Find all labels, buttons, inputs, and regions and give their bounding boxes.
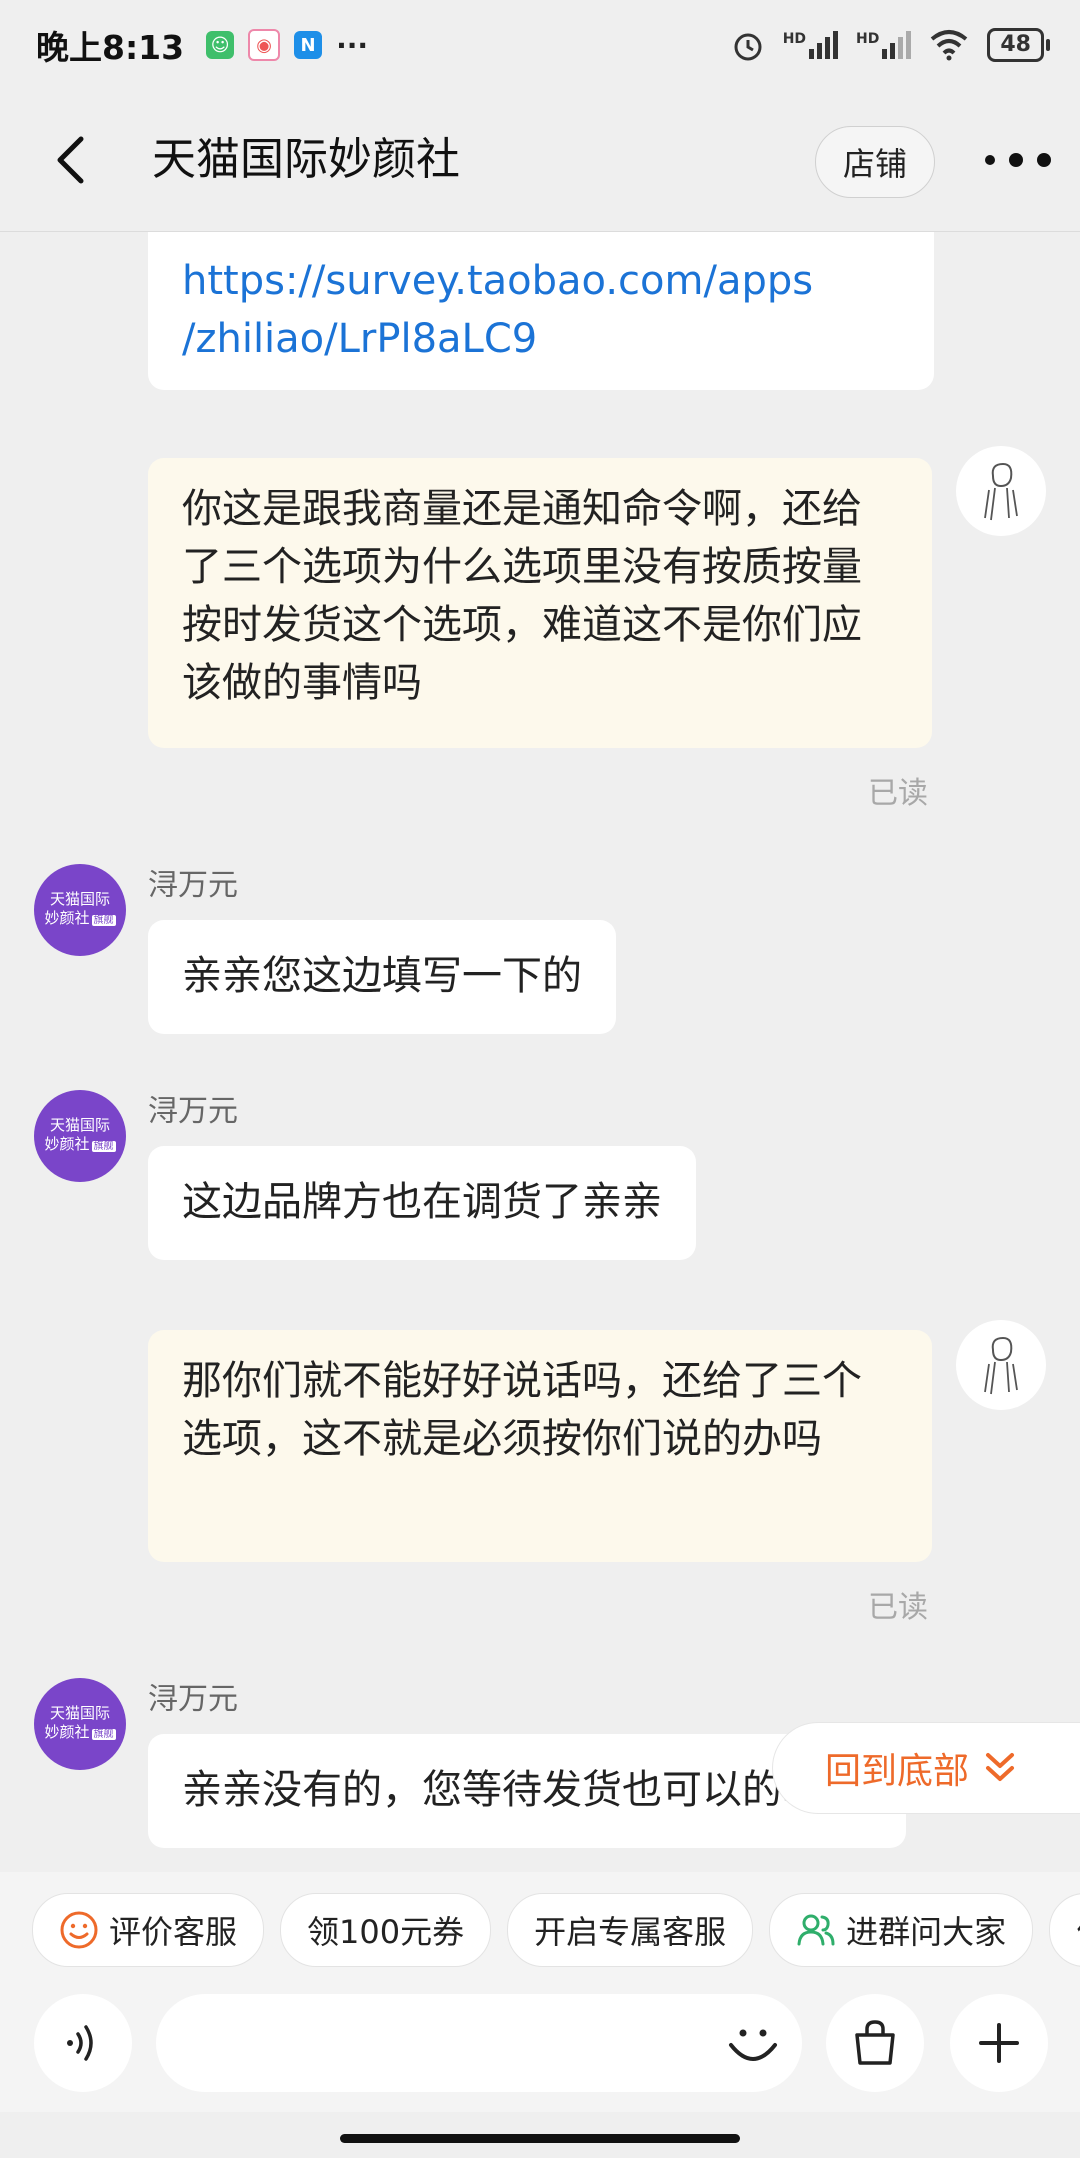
battery-indicator: 48 xyxy=(987,28,1050,62)
signal-1-icon: HD xyxy=(783,31,839,59)
voice-button[interactable] xyxy=(34,1994,132,2092)
dot-icon xyxy=(1009,153,1023,167)
plus-button[interactable] xyxy=(950,1994,1048,2092)
shop-button[interactable]: 店铺 xyxy=(815,126,935,198)
more-chip[interactable]: 优 xyxy=(1049,1893,1080,1967)
n-app-icon: N xyxy=(294,31,323,59)
more-options-button[interactable] xyxy=(985,140,1051,180)
dot-icon xyxy=(1037,153,1051,167)
shop-avatar[interactable]: 天猫国际 妙颜社 旗舰 xyxy=(34,1678,126,1770)
smile-icon xyxy=(60,1911,98,1949)
coupon-chip[interactable]: 领100元券 xyxy=(280,1893,492,1967)
rate-service-chip[interactable]: 评价客服 xyxy=(32,1893,265,1967)
back-to-bottom-button[interactable]: 回到底部 xyxy=(772,1722,1080,1814)
nav-bar: 天猫国际妙颜社 店铺 xyxy=(0,90,1080,232)
wechat-mini-icon: ☺ xyxy=(206,31,235,59)
signal-2-icon: HD xyxy=(856,31,912,59)
shopping-bag-button[interactable] xyxy=(826,1994,924,2092)
read-receipt: 已读 xyxy=(868,1590,928,1625)
status-app-icons: ☺ ◉ N ··· xyxy=(206,29,368,62)
wifi-icon xyxy=(931,30,968,61)
message-text: 亲亲您这边填写一下的 xyxy=(182,953,582,999)
user-sketch-avatar-icon xyxy=(984,462,1018,521)
group-users-icon xyxy=(797,1914,835,1946)
input-bar xyxy=(0,1988,1080,2112)
plus-icon xyxy=(979,2023,1019,2063)
message-text: 这边品牌方也在调货了亲亲 xyxy=(182,1179,662,1225)
message-input[interactable] xyxy=(156,1994,802,2092)
voice-icon xyxy=(67,2025,93,2061)
survey-link-cont[interactable]: /zhiliao/LrPl8aLC9 xyxy=(182,310,900,368)
shop-avatar[interactable]: 天猫国际 妙颜社 旗舰 xyxy=(34,1090,126,1182)
message-bubble: https://survey.taobao.com/apps /zhiliao/… xyxy=(148,232,934,390)
emoji-icon xyxy=(729,2029,777,2061)
message-text: 你这是跟我商量还是通知命令啊，还给了三个选项为什么选项里没有按质按量按时发货这个… xyxy=(182,486,862,706)
back-button[interactable] xyxy=(40,130,100,190)
back-arrow-icon xyxy=(57,136,84,184)
user-avatar[interactable] xyxy=(956,1320,1046,1410)
my-message-bubble: 你这是跟我商量还是通知命令啊，还给了三个选项为什么选项里没有按质按量按时发货这个… xyxy=(148,458,932,748)
emoji-button[interactable] xyxy=(720,2010,786,2076)
home-indicator[interactable] xyxy=(340,2134,740,2143)
exclusive-service-chip[interactable]: 开启专属客服 xyxy=(507,1893,754,1967)
my-message-bubble: 那你们就不能好好说话吗，还给了三个选项，这不就是必须按你们说的办吗 xyxy=(148,1330,932,1562)
sender-name: 浔万元 xyxy=(148,1094,238,1129)
page-title: 天猫国际妙颜社 xyxy=(152,134,460,185)
status-right: HD HD 48 xyxy=(731,28,1050,62)
survey-link[interactable]: https://survey.taobao.com/apps xyxy=(182,252,900,310)
double-chevron-down-icon xyxy=(986,1753,1015,1781)
read-receipt: 已读 xyxy=(868,776,928,811)
shop-avatar[interactable]: 天猫国际 妙颜社 旗舰 xyxy=(34,864,126,956)
alarm-icon xyxy=(734,33,762,61)
dot-icon xyxy=(985,155,995,165)
sender-name: 浔万元 xyxy=(148,1682,238,1717)
chat-messages[interactable]: https://survey.taobao.com/apps /zhiliao/… xyxy=(0,232,1080,1872)
game-icon: ◉ xyxy=(248,29,281,61)
join-group-chip[interactable]: 进群问大家 xyxy=(769,1893,1034,1967)
message-text: 亲亲没有的，您等待发货也可以的哦 xyxy=(182,1767,822,1813)
status-time: 晚上8:13 xyxy=(36,28,185,67)
status-bar: 晚上8:13 ☺ ◉ N ··· HD HD 48 xyxy=(0,0,1080,90)
user-avatar[interactable] xyxy=(956,446,1046,536)
user-sketch-avatar-icon xyxy=(984,1336,1018,1395)
more-notifications-icon: ··· xyxy=(336,28,369,62)
back-to-bottom-label: 回到底部 xyxy=(825,1751,970,1792)
message-bubble: 亲亲您这边填写一下的 xyxy=(148,920,616,1034)
sender-name: 浔万元 xyxy=(148,868,238,903)
quick-actions-bar[interactable]: 评价客服 领100元券 开启专属客服 进群问大家 优 xyxy=(0,1872,1080,1988)
shopping-bag-icon xyxy=(855,2020,895,2065)
message-text: 那你们就不能好好说话吗，还给了三个选项，这不就是必须按你们说的办吗 xyxy=(182,1358,862,1462)
message-bubble: 这边品牌方也在调货了亲亲 xyxy=(148,1146,696,1260)
